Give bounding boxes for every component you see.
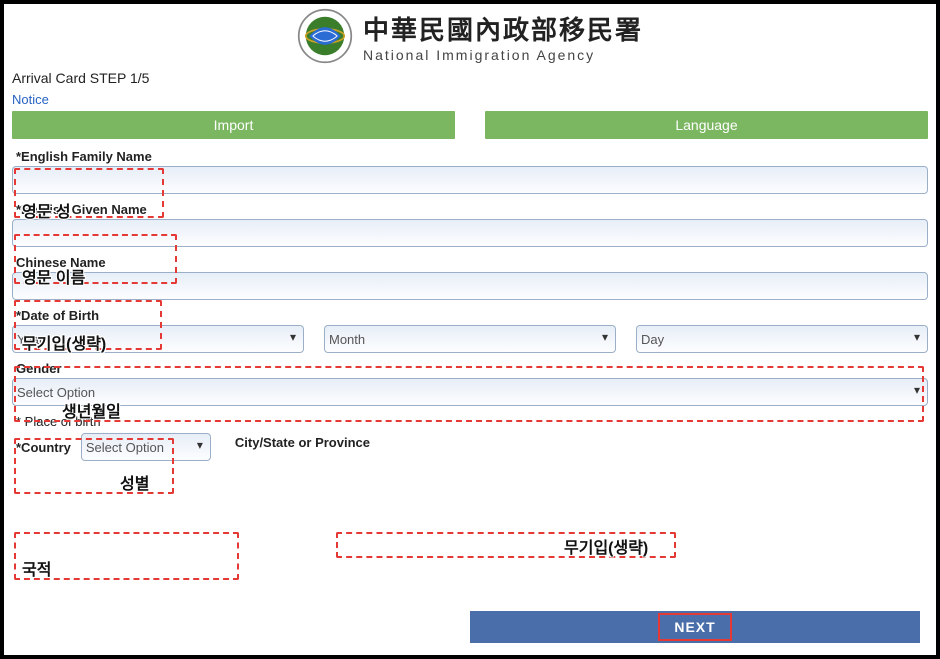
next-button[interactable]: NEXT: [470, 611, 920, 643]
anno-box-city: [336, 532, 676, 558]
chinese-name-label: Chinese Name: [12, 253, 110, 272]
dob-day-select[interactable]: Day: [636, 325, 928, 353]
country-select[interactable]: Select Option: [81, 433, 211, 461]
anno-box-country: [14, 532, 239, 580]
family-name-label: *English Family Name: [12, 147, 156, 166]
dob-month-select[interactable]: Month: [324, 325, 616, 353]
step-indicator: Arrival Card STEP 1/5: [12, 70, 928, 86]
dob-year-select[interactable]: Year: [12, 325, 304, 353]
header: 中華民國內政部移民署 National Immigration Agency: [12, 8, 928, 64]
chinese-name-input[interactable]: [12, 272, 928, 300]
country-label: *Country: [12, 438, 75, 457]
dob-label: *Date of Birth: [12, 306, 103, 325]
header-title-cn: 中華民國內政部移民署: [363, 10, 643, 47]
agency-logo: [297, 8, 353, 64]
city-label: City/State or Province: [231, 433, 374, 452]
next-button-label: NEXT: [658, 613, 731, 641]
pob-label: * Place of birth: [12, 412, 105, 431]
import-button[interactable]: Import: [12, 111, 455, 139]
anno-label-gender: 성별: [120, 470, 149, 494]
gender-select[interactable]: Select Option: [12, 378, 928, 406]
family-name-input[interactable]: [12, 166, 928, 194]
header-title-en: National Immigration Agency: [363, 47, 643, 63]
anno-label-city: 무기입(생략): [564, 534, 648, 558]
language-button[interactable]: Language: [485, 111, 928, 139]
given-name-label: *English Given Name: [12, 200, 151, 219]
given-name-input[interactable]: [12, 219, 928, 247]
gender-label: Gender: [12, 359, 66, 378]
notice-link[interactable]: Notice: [12, 92, 928, 107]
anno-label-country: 국적: [22, 556, 51, 580]
